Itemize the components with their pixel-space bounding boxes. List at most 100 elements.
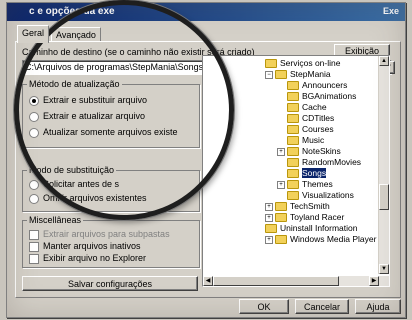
checkbox-label: Manter arquivos inativos [43,241,141,251]
tree-item-label: Windows Media Player [290,234,377,244]
tree-item-label: Courses [302,124,334,134]
folder-icon [265,59,277,69]
vertical-scrollbar[interactable]: ▲ ▼ [378,56,389,274]
tree-item-label: NoteSkins [302,146,341,156]
collapse-icon[interactable]: − [265,70,273,79]
folder-tree[interactable]: Serviços on-line − StepMania Announcers B… [202,55,390,287]
tree-item[interactable]: Courses [287,124,334,135]
radio-label: Omitir arquivos existentes [43,193,147,203]
tree-item-label: Serviços on-line [280,58,341,68]
checkbox-label: Extrair arquivos para subpastas [43,229,170,239]
horizontal-scrollbar[interactable]: ◀ ▶ [203,276,389,286]
checkbox-box [29,253,39,264]
folder-icon [287,81,299,91]
folder-icon [275,235,287,245]
tree-item-label: BGAnimations [302,91,357,101]
scroll-up-icon[interactable]: ▲ [379,56,389,66]
ok-button[interactable]: OK [239,299,289,314]
folder-icon [287,147,299,157]
checkbox-box [29,241,39,252]
expand-icon[interactable]: + [277,180,285,189]
tree-item[interactable]: BGAnimations [287,91,357,102]
tree-item-label: TechSmith [290,201,330,211]
tree-item[interactable]: − StepMania [265,69,331,80]
folder-icon [275,202,287,212]
radio-extract-replace[interactable]: Extrair e substituir arquivo [29,95,147,106]
tree-item[interactable]: Uninstall Information [265,223,358,234]
radio-label: Solicitar antes de s [43,179,120,189]
tree-item[interactable]: + Windows Media Player [265,234,377,245]
folder-icon [287,158,299,168]
expand-icon[interactable]: + [265,202,273,211]
tree-item[interactable]: Serviços on-line [265,58,341,69]
update-method-group: Método de atualização Extrair e substitu… [22,79,200,148]
checkbox-label: Exibir arquivo no Explorer [43,253,147,263]
expand-icon[interactable]: + [265,213,273,222]
tree-item[interactable]: CDTitles [287,113,335,124]
misc-title: Miscellâneas [27,215,84,225]
radio-label: Extrair e substituir arquivo [43,95,148,105]
tree-item-label: Music [302,135,325,145]
expand-icon[interactable]: + [265,235,273,244]
folder-icon [275,213,287,223]
tree-item[interactable]: + NoteSkins [277,146,341,157]
replace-mode-title: Modo de substituição [27,165,117,175]
expand-icon[interactable]: + [277,147,285,156]
tree-item-label: RandomMovies [302,157,362,167]
folder-open-icon [275,70,287,80]
radio-indicator [29,111,39,122]
radio-ask-before[interactable]: Solicitar antes de s [29,179,119,190]
tree-item-selected[interactable]: Songs [287,168,327,179]
radio-skip-existing[interactable]: Omitir arquivos existentes [29,193,147,204]
checkbox-keep-inactive[interactable]: Manter arquivos inativos [29,241,141,252]
radio-label: Atualizar somente arquivos existe [43,127,178,137]
scroll-down-icon[interactable]: ▼ [379,264,389,274]
horizontal-scroll-thumb[interactable] [213,276,339,286]
tree-item-label: Toyland Racer [290,212,345,222]
tree-item[interactable]: Announcers [287,80,347,91]
folder-icon [287,180,299,190]
help-button[interactable]: Ajuda [355,299,401,314]
scroll-left-icon[interactable]: ◀ [203,276,213,286]
radio-indicator [29,179,39,190]
radio-indicator [29,127,39,138]
vertical-scroll-thumb[interactable] [379,184,389,210]
tree-item-label: Themes [302,179,333,189]
save-settings-button[interactable]: Salvar configurações [22,276,198,291]
folder-icon [287,169,299,179]
tree-item-label: StepMania [290,69,331,79]
tree-item[interactable]: Cache [287,102,327,113]
checkbox-show-explorer[interactable]: Exibir arquivo no Explorer [29,253,146,264]
tree-item[interactable]: Visualizations [287,190,354,201]
tree-item-label: Uninstall Information [280,223,358,233]
radio-update-existing[interactable]: Atualizar somente arquivos existe [29,127,178,138]
scroll-right-icon[interactable]: ▶ [369,276,379,286]
folder-icon [287,125,299,135]
extraction-options-dialog: c e opções da exe Exe Geral Avançado Cam… [6,2,406,318]
tree-item[interactable]: RandomMovies [287,157,362,168]
folder-icon [287,114,299,124]
tree-item-label: Songs [302,168,327,178]
misc-group: Miscellâneas Extrair arquivos para subpa… [22,215,200,268]
tree-item[interactable]: + Themes [277,179,333,190]
destination-path-value: C:\Arquivos de programas\StepMania\Songs [25,62,204,72]
cancel-button[interactable]: Cancelar [295,299,349,314]
checkbox-extract-subfolders[interactable]: Extrair arquivos para subpastas [29,229,170,240]
tree-item-label: Visualizations [302,190,354,200]
folder-icon [265,224,277,234]
radio-indicator [29,193,39,204]
window-title-right: Exe [382,6,399,16]
tree-item[interactable]: + Toyland Racer [265,212,345,223]
replace-mode-group: Modo de substituição Solicitar antes de … [22,165,200,212]
window-title: c e opções da exe [29,6,115,17]
tree-item-label: Cache [302,102,327,112]
title-bar[interactable]: c e opções da exe Exe [7,3,405,21]
folder-icon [287,136,299,146]
tab-geral[interactable]: Geral [17,25,50,43]
tree-item[interactable]: + TechSmith [265,201,330,212]
tree-item[interactable]: Music [287,135,325,146]
tab-avancado[interactable]: Avançado [51,27,101,42]
folder-icon [287,191,299,201]
radio-extract-update[interactable]: Extrair e atualizar arquivo [29,111,145,122]
tree-item-label: CDTitles [302,113,335,123]
